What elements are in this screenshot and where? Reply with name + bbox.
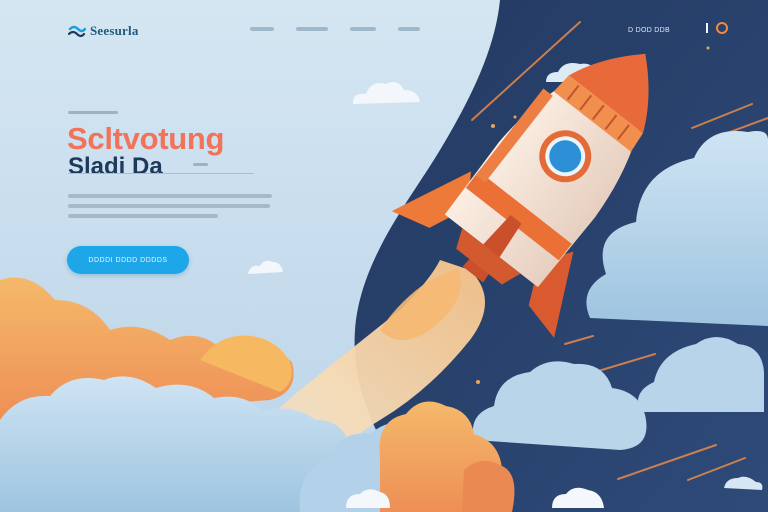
nav-item-4[interactable] bbox=[398, 27, 420, 31]
divider bbox=[706, 23, 708, 33]
hero-cta-button[interactable]: DDDDI DDDD DDDDS bbox=[67, 246, 189, 274]
nav-item-1[interactable] bbox=[250, 27, 274, 31]
description-line bbox=[68, 194, 272, 198]
nav-item-2[interactable] bbox=[296, 27, 328, 31]
brand-name: Seesurla bbox=[90, 23, 139, 38]
header-controls bbox=[706, 22, 728, 34]
hero-headline: Scltvotung bbox=[67, 121, 225, 156]
hero-subheadline: Sladi Da bbox=[68, 153, 163, 180]
subheadline-tag bbox=[193, 163, 208, 166]
header-link[interactable]: D DOD DDB bbox=[628, 27, 670, 34]
eyebrow-line bbox=[68, 111, 118, 114]
landing-page: Seesurla D DOD DDB Scltvotung Sladi Da D… bbox=[0, 0, 768, 512]
ring-icon[interactable] bbox=[716, 22, 728, 34]
description-line bbox=[68, 214, 218, 218]
main-nav bbox=[250, 27, 442, 31]
brand[interactable]: Seesurla bbox=[68, 23, 139, 39]
divider-rule bbox=[68, 173, 254, 174]
wave-logo-icon bbox=[68, 25, 86, 38]
description-line bbox=[68, 204, 270, 208]
nav-item-3[interactable] bbox=[350, 27, 376, 31]
hero-description bbox=[68, 194, 272, 224]
